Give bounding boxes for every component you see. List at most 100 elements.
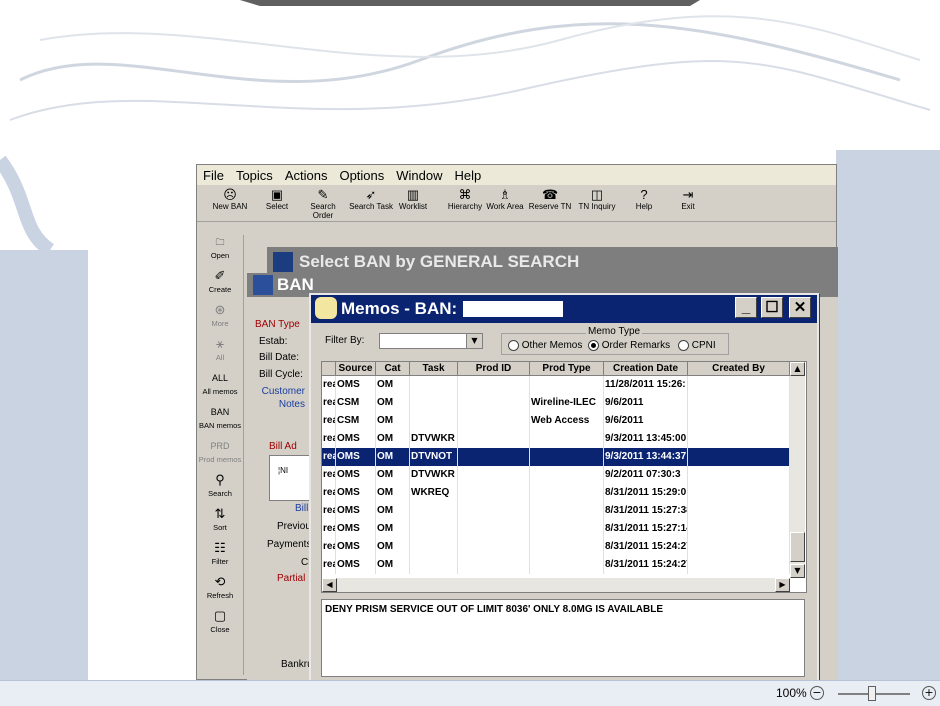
col-prod-id[interactable]: Prod ID <box>458 362 530 376</box>
table-row[interactable]: reaOMSOMDTVNOT 9/3/2011 13:44:37 <box>322 448 790 466</box>
cell-prod-type: Wireline-ILEC <box>530 394 604 412</box>
new-ban-button[interactable]: ☹ New BAN <box>205 188 255 220</box>
cell-prod-id <box>458 466 530 484</box>
close-doc-icon: ▢ <box>213 608 227 623</box>
menu-bar: File Topics Actions Options Window Help <box>197 165 836 185</box>
toolbar-label: Select <box>265 202 289 211</box>
cell-source: OMS <box>336 466 376 484</box>
menu-help[interactable]: Help <box>449 168 488 183</box>
select-ban-icon <box>273 252 293 272</box>
menu-topics[interactable]: Topics <box>230 168 279 183</box>
scroll-up-icon[interactable]: ▲ <box>790 362 805 376</box>
zoom-slider-thumb[interactable] <box>868 686 876 701</box>
estab-label: Estab: <box>259 336 288 347</box>
sidebar-search-button[interactable]: ⚲ Search <box>197 473 243 499</box>
bill-label: Bill <box>295 503 309 514</box>
radio-cpni[interactable]: CPNI <box>678 340 716 351</box>
menu-file[interactable]: File <box>197 168 230 183</box>
scroll-left-icon[interactable]: ◀ <box>322 578 337 592</box>
chevron-down-icon[interactable]: ▼ <box>466 334 482 348</box>
zoom-in-button[interactable]: + <box>922 686 936 700</box>
cell-pre: rea <box>322 430 336 448</box>
table-row[interactable]: reaOMSOMWKREQ 8/31/2011 15:29:0 <box>322 484 790 502</box>
cell-pre: rea <box>322 448 336 466</box>
sidebar-create-button[interactable]: ✐ Create <box>197 269 243 295</box>
toolbar-label: TN Inquiry <box>578 202 616 211</box>
scroll-thumb[interactable] <box>790 532 805 562</box>
table-row[interactable]: reaCSMOM Wireline-ILEC9/6/2011 <box>322 394 790 412</box>
cell-by <box>688 484 790 502</box>
close-icon[interactable]: ✕ <box>789 297 811 318</box>
phone-icon: ☎ <box>542 187 559 202</box>
memos-title-bar[interactable]: Memos - BAN: _ ☐ ✕ <box>311 295 817 323</box>
cell-source: OMS <box>336 430 376 448</box>
customer-notes-link[interactable]: Customer Notes <box>259 385 305 411</box>
cell-prod-id <box>458 502 530 520</box>
zoom-out-button[interactable]: − <box>810 686 824 700</box>
vertical-scrollbar[interactable]: ▲ ▼ <box>790 362 805 578</box>
menu-window[interactable]: Window <box>390 168 448 183</box>
sidebar-open-button[interactable]: 🗀 Open <box>197 235 243 260</box>
worklist-button[interactable]: ▥ Worklist <box>395 188 431 220</box>
memo-text-area[interactable]: DENY PRISM SERVICE OUT OF LIMIT 8036' ON… <box>321 599 805 677</box>
cell-pre: rea <box>322 556 336 574</box>
col-source[interactable]: Source <box>336 362 376 376</box>
help-button[interactable]: ? Help <box>633 188 655 220</box>
cell-task <box>410 394 458 412</box>
menu-actions[interactable]: Actions <box>279 168 334 183</box>
select-icon: ▣ <box>270 187 284 202</box>
sidebar-all-memos-button[interactable]: ALL All memos <box>197 371 243 396</box>
sidebar-close-button[interactable]: ▢ Close <box>197 608 243 635</box>
col-prod-type[interactable]: Prod Type <box>530 362 604 376</box>
sidebar-more-button[interactable]: ⊛ More <box>197 303 243 329</box>
menu-options[interactable]: Options <box>333 168 390 183</box>
search-order-button[interactable]: ✎ Search Order <box>299 187 347 221</box>
all-memos-icon: ALL <box>211 373 228 383</box>
sidebar-all-button[interactable]: ⚹ All <box>197 337 243 363</box>
maximize-icon[interactable]: ☐ <box>761 297 783 318</box>
table-row[interactable]: reaOMSOM 8/31/2011 15:27:14 <box>322 520 790 538</box>
sidebar-label: All <box>215 353 225 362</box>
horizontal-scrollbar[interactable]: ◀ ▶ <box>322 578 790 592</box>
cell-date: 9/2/2011 07:30:3 <box>604 466 688 484</box>
table-row[interactable]: reaOMSOM 8/31/2011 15:27:38 <box>322 502 790 520</box>
app-window: File Topics Actions Options Window Help … <box>196 164 838 685</box>
col-creation-date[interactable]: Creation Date <box>604 362 688 376</box>
sidebar-refresh-button[interactable]: ⟲ Refresh <box>197 575 243 601</box>
hierarchy-button[interactable]: ⌘ Hierarchy <box>443 188 487 220</box>
col-pre <box>322 362 336 376</box>
radio-other-memos[interactable]: Other Memos <box>508 340 582 351</box>
table-row[interactable]: reaOMSOM 8/31/2011 15:24:27 <box>322 556 790 574</box>
table-row[interactable]: reaOMSOM 11/28/2011 15:26: <box>322 376 790 394</box>
table-row[interactable]: reaOMSOMDTVWKR 9/3/2011 13:45:00 <box>322 430 790 448</box>
col-cat[interactable]: Cat <box>376 362 410 376</box>
toolbar-label: Hierarchy <box>447 202 483 211</box>
sidebar-label: Refresh <box>206 591 234 600</box>
sidebar-prod-memos-button[interactable]: PRD Prod memos <box>197 439 243 464</box>
table-row[interactable]: reaCSMOM Web Access9/6/2011 <box>322 412 790 430</box>
exit-button[interactable]: ⇥ Exit <box>675 188 701 220</box>
col-created-by[interactable]: Created By <box>688 362 790 376</box>
sidebar-filter-button[interactable]: ☷ Filter <box>197 541 243 567</box>
scroll-right-icon[interactable]: ▶ <box>775 578 790 592</box>
sidebar-ban-memos-button[interactable]: BAN BAN memos <box>197 405 243 430</box>
minimize-icon[interactable]: _ <box>735 297 757 318</box>
cell-pre: rea <box>322 502 336 520</box>
select-button[interactable]: ▣ Select <box>259 188 295 220</box>
toolbar-label: Exit <box>681 202 695 211</box>
search-task-button[interactable]: ➶ Search Task <box>347 188 395 220</box>
filter-by-select[interactable]: ▼ <box>379 333 483 349</box>
cell-pre: rea <box>322 466 336 484</box>
sidebar-sort-button[interactable]: ⇅ Sort <box>197 507 243 533</box>
cell-prod-id <box>458 538 530 556</box>
search-order-icon: ✎ <box>317 187 329 202</box>
cell-cat: OM <box>376 376 410 394</box>
scroll-down-icon[interactable]: ▼ <box>790 564 805 578</box>
tn-inquiry-button[interactable]: ◫ TN Inquiry <box>575 188 619 220</box>
reserve-tn-button[interactable]: ☎ Reserve TN <box>527 188 573 220</box>
radio-order-remarks[interactable]: Order Remarks <box>588 340 670 351</box>
col-task[interactable]: Task <box>410 362 458 376</box>
table-row[interactable]: reaOMSOM 8/31/2011 15:24:27 <box>322 538 790 556</box>
work-area-button[interactable]: ♗ Work Area <box>485 188 525 220</box>
table-row[interactable]: reaOMSOMDTVWKR 9/2/2011 07:30:3 <box>322 466 790 484</box>
